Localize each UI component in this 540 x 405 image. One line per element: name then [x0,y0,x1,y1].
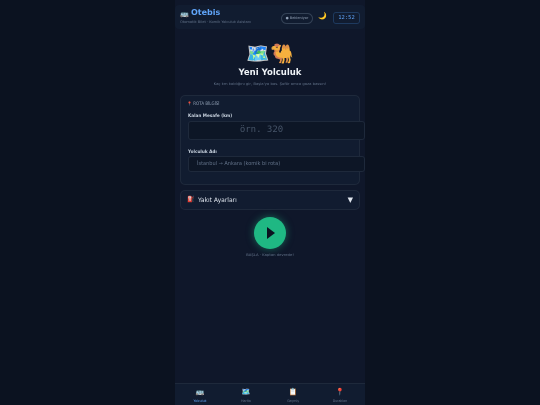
nav-label: Yolculuk [193,399,207,403]
nav-item-yolculuk[interactable]: 🚌 Yolculuk [180,388,220,403]
page-title: Yeni Yolculuk [238,68,302,78]
start-caption: BAŞLA · Kaptan devrede! [246,252,294,257]
bus-icon: 🚌 [195,388,205,396]
clipboard-icon: 📋 [288,388,298,396]
play-icon [267,227,275,239]
route-section-title: 📍 ROTA BİLGİSİ [187,101,220,106]
start-button[interactable] [254,217,286,249]
nav-item-harita[interactable]: 🗺️ Harita [226,388,266,403]
fuel-pump-icon: ⛽ [187,196,195,203]
page-subtitle: Kaç km kaldığını gir, Başla'ya bas. Şofö… [213,81,327,86]
trip-name-input[interactable]: İstanbul → Ankara (komik bi rota) [188,156,365,172]
nav-label: Geçmiş [287,399,299,403]
nav-label: Durakları [332,399,348,403]
status-badge: ● Bekleniyor [281,13,313,24]
nav-label: Harita [241,399,251,403]
bottom-nav: 🚌 Yolculuk 🗺️ Harita 📋 Geçmiş 📍 Duraklar… [175,383,365,405]
fuel-settings-label: Yakıt Ayarları [198,197,237,204]
distance-label: Kalan Mesafe (km) [188,113,233,118]
clock: 12:52 [333,12,360,24]
pin-icon: 📍 [335,388,345,396]
chevron-down-icon: ▼ [347,196,353,204]
map-icon: 🗺️ [241,388,251,396]
hero-icons: 🗺️🐫 [246,43,294,65]
trip-name-label: Yolculuk Adı [188,149,217,154]
nav-item-gecmis[interactable]: 📋 Geçmiş [273,388,313,403]
distance-input[interactable]: örn. 320 [188,121,365,140]
app-shell: 🚌 Otebis Otomatik Bilet · Komik Yolculuk… [175,0,365,405]
top-bar: 🚌 Otebis Otomatik Bilet · Komik Yolculuk… [175,5,365,29]
route-card: 📍 ROTA BİLGİSİ Kalan Mesafe (km) örn. 32… [180,95,365,185]
nav-item-duraklari[interactable]: 📍 Durakları [320,388,360,403]
bus-icon: 🚌 [180,10,189,18]
moon-icon[interactable]: 🌙 [318,12,327,20]
app-title: Otebis [191,8,221,17]
app-subtitle: Otomatik Bilet · Komik Yolculuk Asistanı [180,20,252,24]
fuel-settings-toggle[interactable]: ⛽ Yakıt Ayarları ▼ [180,190,360,210]
